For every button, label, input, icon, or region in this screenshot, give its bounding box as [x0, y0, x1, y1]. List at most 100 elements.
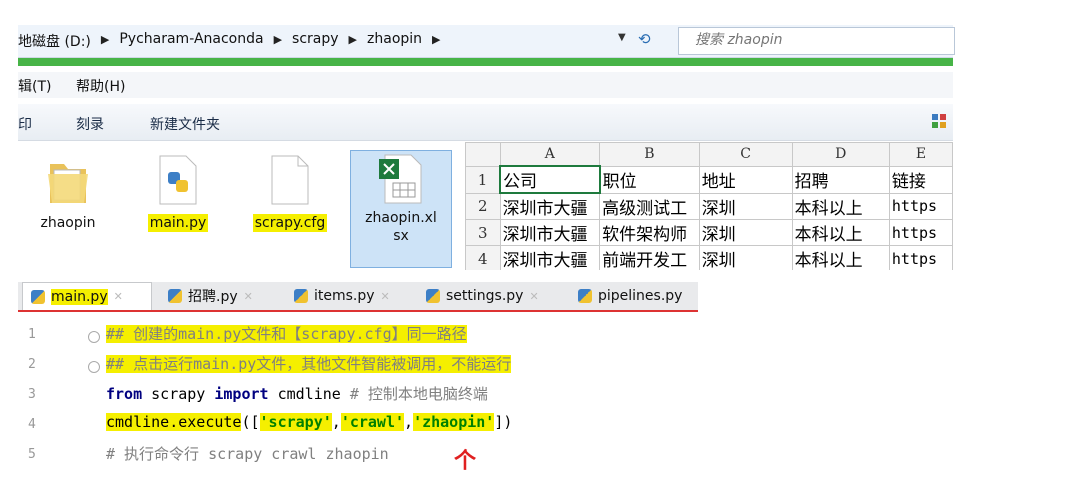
- comment: # 控制本地电脑终端: [340, 385, 488, 403]
- python-file-icon: [31, 289, 45, 304]
- cell[interactable]: 深圳: [698, 245, 793, 270]
- column-header[interactable]: E: [888, 142, 953, 167]
- row-header[interactable]: 3: [465, 219, 501, 246]
- menu-help[interactable]: 帮助(H): [76, 76, 125, 96]
- cell[interactable]: 深圳市大疆: [499, 219, 601, 246]
- row-header[interactable]: 2: [465, 192, 501, 220]
- cell[interactable]: https: [888, 245, 953, 270]
- file-name: zhaopin: [40, 215, 96, 231]
- new-folder-button[interactable]: 新建文件夹: [150, 114, 220, 134]
- tab-settings-py[interactable]: settings.py ✕: [418, 282, 568, 310]
- chevron-right-icon[interactable]: ▶: [432, 33, 440, 51]
- cell[interactable]: 链接: [888, 165, 953, 194]
- tab-label: items.py: [314, 288, 375, 304]
- spreadsheet-table: A B C D E 1 公司 职位 地址 招聘 链接 2 深圳市大疆 高级测试工…: [465, 142, 953, 270]
- cell[interactable]: 前端开发工: [599, 245, 700, 270]
- crumb-zhaopin[interactable]: zhaopin: [367, 31, 422, 51]
- row-header[interactable]: 4: [465, 245, 501, 270]
- close-icon[interactable]: ✕: [244, 290, 253, 303]
- line-number: 3: [28, 387, 36, 402]
- identifier: cmdline: [268, 385, 341, 403]
- corner-cell[interactable]: [465, 142, 501, 167]
- table-row: 2 深圳市大疆 高级测试工 深圳 本科以上 https: [465, 192, 953, 220]
- python-file-icon: [294, 289, 308, 303]
- cell[interactable]: https: [888, 219, 953, 246]
- file-item-scrapy-cfg[interactable]: scrapy.cfg: [240, 154, 340, 232]
- close-icon[interactable]: ✕: [114, 290, 123, 303]
- chevron-down-icon[interactable]: ▼: [618, 32, 632, 50]
- punctuation: ]): [494, 413, 513, 431]
- spreadsheet-preview: A B C D E 1 公司 职位 地址 招聘 链接 2 深圳市大疆 高级测试工…: [465, 142, 953, 270]
- cell[interactable]: 深圳市大疆: [499, 192, 601, 220]
- cell[interactable]: 招聘: [791, 165, 890, 194]
- file-item-zhaopin-folder[interactable]: zhaopin: [18, 154, 118, 232]
- cell[interactable]: 软件架构师: [599, 219, 700, 246]
- punctuation: ([: [241, 413, 260, 431]
- fold-marker-icon[interactable]: [88, 361, 100, 373]
- close-icon[interactable]: ✕: [381, 290, 390, 303]
- cell[interactable]: 公司: [499, 165, 601, 194]
- fold-marker-icon[interactable]: [88, 331, 100, 343]
- excel-file-icon: [379, 154, 422, 204]
- cell[interactable]: 深圳: [698, 192, 793, 220]
- tab-label: main.py: [51, 288, 108, 305]
- cell[interactable]: 本科以上: [791, 192, 890, 220]
- cell[interactable]: 高级测试工: [599, 192, 700, 220]
- tab-pipelines-py[interactable]: pipelines.py: [570, 282, 698, 310]
- column-header[interactable]: A: [499, 142, 601, 167]
- comment: ## 创建的main.py文件和【scrapy.cfg】同一路径: [106, 325, 467, 343]
- chevron-right-icon[interactable]: ▶: [101, 33, 109, 51]
- keyword: import: [214, 385, 269, 403]
- table-row: 1 公司 职位 地址 招聘 链接: [465, 165, 953, 194]
- crumb-anaconda[interactable]: Pycharam-Anaconda: [119, 31, 263, 51]
- editor-tab-bar: main.py ✕ 招聘.py ✕ items.py ✕ settings.py…: [18, 282, 698, 312]
- close-icon[interactable]: ✕: [529, 290, 538, 303]
- tab-label: pipelines.py: [598, 288, 683, 304]
- file-name: scrapy.cfg: [252, 214, 328, 232]
- file-item-zhaopin-xlsx[interactable]: zhaopin.xl sx: [350, 150, 452, 268]
- search-box[interactable]: [678, 27, 955, 55]
- cell[interactable]: 深圳市大疆: [499, 245, 601, 270]
- punctuation: ,: [331, 413, 341, 431]
- code-editor[interactable]: 1 2 3 4 5 ## 创建的main.py文件和【scrapy.cfg】同一…: [18, 313, 698, 474]
- python-file-icon: [168, 289, 182, 303]
- print-button[interactable]: 印: [18, 114, 32, 134]
- file-name-line1: zhaopin.xl: [365, 210, 437, 226]
- file-item-main-py[interactable]: main.py: [128, 154, 228, 232]
- line-number: 2: [28, 357, 36, 372]
- row-header[interactable]: 1: [465, 165, 501, 194]
- menu-bar: 辑(T) 帮助(H): [18, 72, 953, 98]
- menu-tools[interactable]: 辑(T): [18, 76, 51, 96]
- tab-items-py[interactable]: items.py ✕: [286, 282, 416, 310]
- chevron-right-icon[interactable]: ▶: [349, 33, 357, 51]
- burn-button[interactable]: 刻录: [76, 114, 104, 134]
- blank-file-icon: [271, 155, 309, 205]
- column-header[interactable]: C: [698, 142, 793, 167]
- chevron-right-icon[interactable]: ▶: [274, 33, 282, 51]
- tab-main-py[interactable]: main.py ✕: [22, 282, 152, 310]
- cell[interactable]: 深圳: [698, 219, 793, 246]
- identifier: scrapy: [142, 385, 215, 403]
- column-header[interactable]: D: [791, 142, 890, 167]
- cell[interactable]: 本科以上: [791, 219, 890, 246]
- cell[interactable]: 地址: [698, 165, 793, 194]
- search-input[interactable]: [693, 31, 947, 49]
- line-number: 1: [28, 327, 36, 342]
- annotation-arrow: 个: [454, 449, 477, 474]
- python-file-icon: [426, 289, 440, 303]
- cell[interactable]: 职位: [599, 165, 700, 194]
- view-options-icon[interactable]: [931, 113, 947, 129]
- code-line-2: ## 点击运行main.py文件，其他文件智能被调用，不能运行: [106, 353, 512, 374]
- cell[interactable]: https: [888, 192, 953, 220]
- crumb-drive[interactable]: 地磁盘 (D:): [18, 31, 91, 51]
- tab-label: settings.py: [446, 288, 524, 304]
- cell[interactable]: 本科以上: [791, 245, 890, 270]
- string-literal: 'crawl': [340, 413, 405, 431]
- column-header[interactable]: B: [599, 142, 700, 167]
- file-list: zhaopin main.py scrapy.cfg zhaopin.xl sx: [18, 142, 463, 270]
- crumb-scrapy[interactable]: scrapy: [292, 31, 339, 51]
- tab-zhaopin-py[interactable]: 招聘.py ✕: [160, 282, 284, 310]
- python-file-icon: [159, 155, 197, 205]
- punctuation: ,: [404, 413, 414, 431]
- refresh-icon[interactable]: ⟲: [638, 30, 662, 52]
